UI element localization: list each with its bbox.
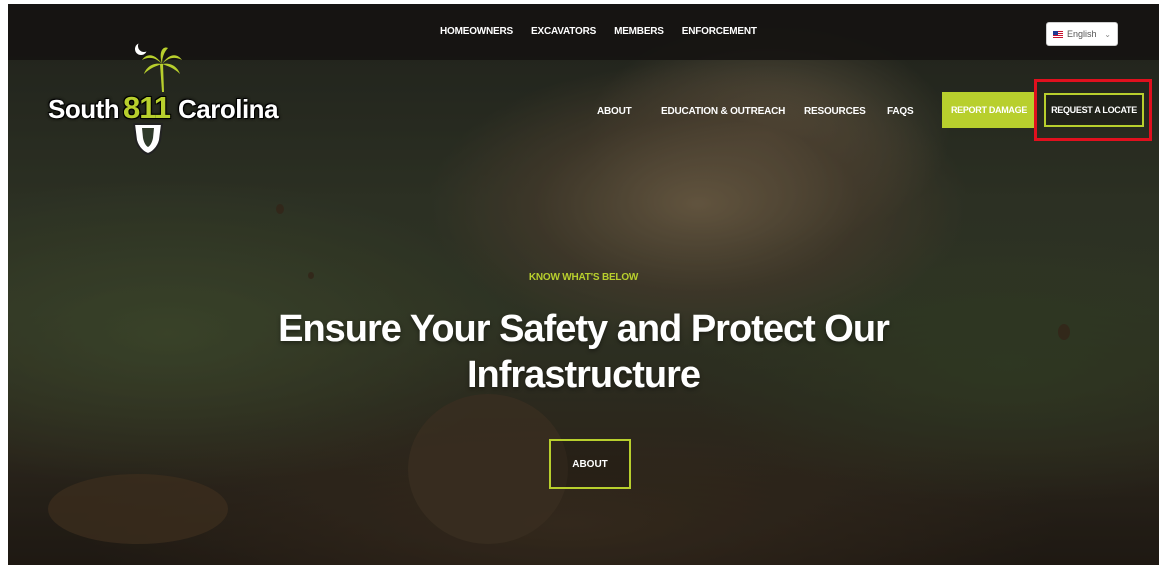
hero-title-line-1: Ensure Your Safety and Protect Our <box>278 308 890 350</box>
top-nav-excavators[interactable]: EXCAVATORS <box>531 26 596 37</box>
nav-resources[interactable]: RESOURCES <box>804 106 866 117</box>
us-flag-icon <box>1053 30 1063 38</box>
browser-frame: HOMEOWNERS EXCAVATORS MEMBERS ENFORCEMEN… <box>0 0 1169 569</box>
top-nav-homeowners[interactable]: HOMEOWNERS <box>440 26 513 37</box>
dirt-clump <box>408 394 568 544</box>
dirt-speck <box>276 204 284 214</box>
highlight-box <box>1034 79 1152 141</box>
palmetto-tree-icon <box>142 47 182 92</box>
hero-title: Ensure Your Safety and Protect Our Infra… <box>8 306 1159 398</box>
hero-eyebrow: KNOW WHAT'S BELOW <box>528 272 639 283</box>
nav-faqs[interactable]: FAQS <box>887 106 914 117</box>
site-logo[interactable]: South 811 Carolina <box>48 40 279 160</box>
dirt-clump <box>48 474 228 544</box>
language-select[interactable]: English ⌄ <box>1046 22 1118 46</box>
hero-section: HOMEOWNERS EXCAVATORS MEMBERS ENFORCEMEN… <box>8 4 1159 565</box>
report-damage-button[interactable]: REPORT DAMAGE <box>942 92 1036 128</box>
hero-title-line-2: Infrastructure <box>466 354 701 396</box>
top-nav-members[interactable]: MEMBERS <box>614 26 664 37</box>
top-nav-enforcement[interactable]: ENFORCEMENT <box>682 26 757 37</box>
shovel-icon <box>132 123 164 156</box>
top-nav: HOMEOWNERS EXCAVATORS MEMBERS ENFORCEMEN… <box>440 26 757 37</box>
language-select-value: English <box>1067 29 1097 39</box>
chevron-down-icon: ⌄ <box>1104 29 1111 39</box>
hero-about-button[interactable]: ABOUT <box>549 439 631 489</box>
nav-education-outreach[interactable]: EDUCATION & OUTREACH <box>661 106 785 117</box>
nav-about[interactable]: ABOUT <box>597 106 632 117</box>
